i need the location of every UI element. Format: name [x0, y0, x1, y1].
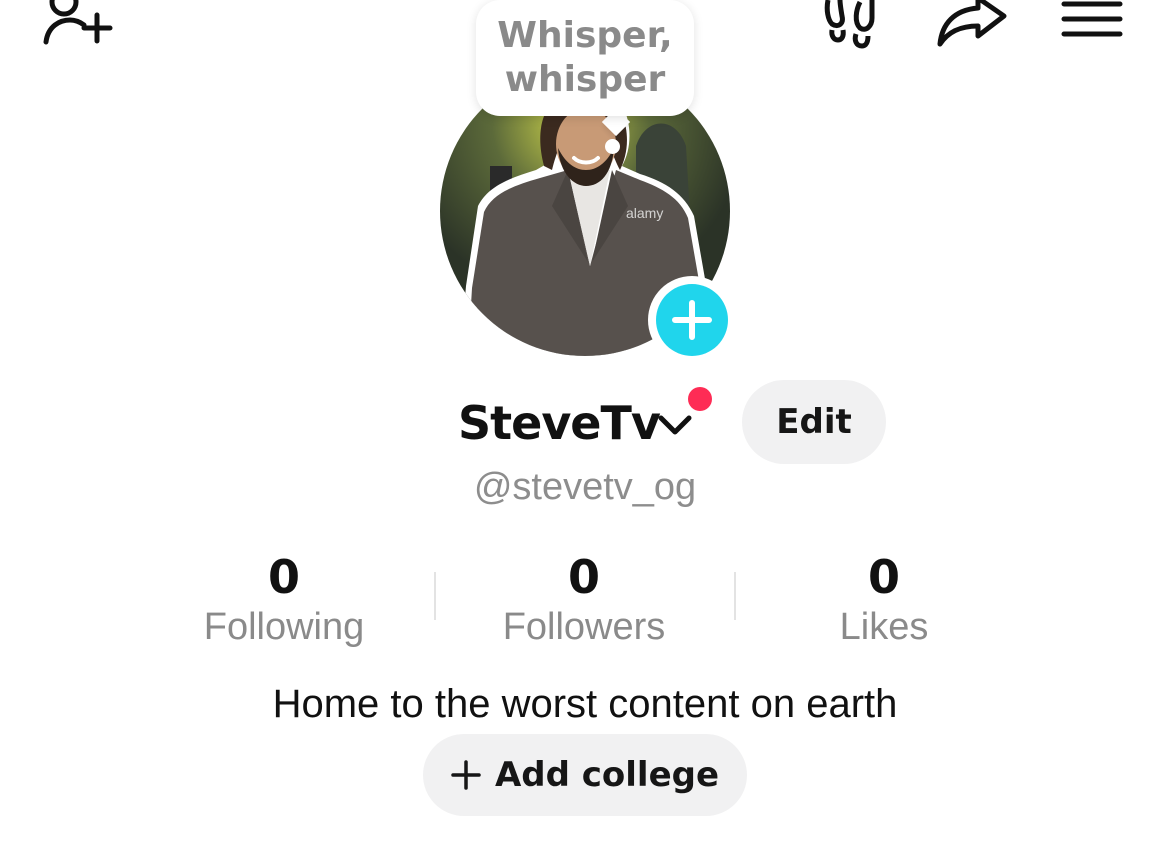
share-arrow-icon	[937, 0, 1007, 47]
notification-dot	[688, 387, 712, 411]
stat-label: Followers	[502, 606, 666, 648]
share-profile-button[interactable]	[934, 0, 1008, 50]
display-name[interactable]: SteveTv	[458, 395, 661, 451]
stat-label: Following	[203, 606, 365, 648]
username: @stevetv_og	[473, 466, 697, 508]
stat-value: 0	[267, 550, 300, 604]
add-college-button[interactable]: Add college	[423, 734, 747, 816]
whisper-bubble[interactable]: Whisper, whisper	[476, 0, 694, 116]
footprints-icon	[824, 0, 875, 49]
plus-icon	[451, 760, 481, 790]
stat-following[interactable]: 0 Following	[134, 550, 434, 650]
bubble-dot	[605, 139, 620, 154]
account-switch-button[interactable]	[656, 410, 694, 440]
avatar-watermark: alamy	[626, 205, 663, 221]
hamburger-menu-icon	[1061, 1, 1123, 37]
edit-profile-button[interactable]: Edit	[742, 380, 886, 464]
add-photo-button[interactable]	[648, 276, 736, 364]
chevron-down-icon	[658, 415, 692, 435]
profile-views-button[interactable]	[818, 0, 884, 50]
add-friend-button[interactable]	[40, 0, 116, 50]
add-person-icon	[43, 0, 113, 45]
add-college-label: Add college	[494, 755, 720, 795]
profile-bio[interactable]: Home to the worst content on earth	[135, 678, 1035, 730]
stat-label: Likes	[839, 606, 929, 648]
stat-likes[interactable]: 0 Likes	[734, 550, 1034, 650]
stat-followers[interactable]: 0 Followers	[434, 550, 734, 650]
stat-value: 0	[567, 550, 600, 604]
stat-value: 0	[867, 550, 900, 604]
plus-icon	[672, 300, 712, 340]
menu-button[interactable]	[1060, 0, 1124, 44]
